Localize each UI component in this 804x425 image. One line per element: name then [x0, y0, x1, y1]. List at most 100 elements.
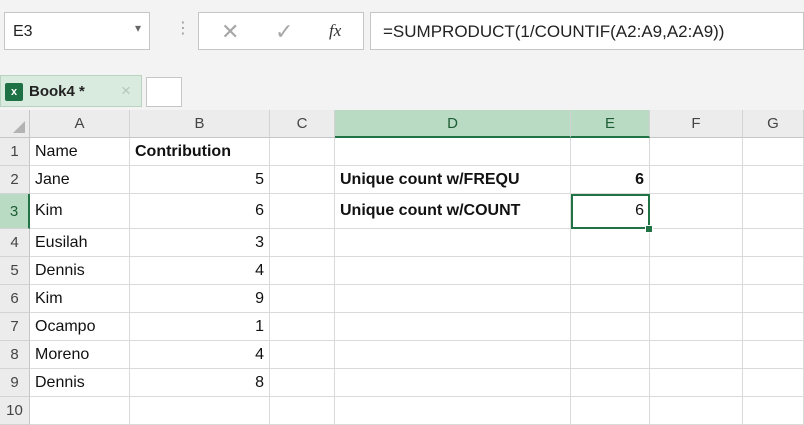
- cell-c10[interactable]: [270, 397, 335, 425]
- cell-b1[interactable]: Contribution: [130, 138, 270, 166]
- cell-e7[interactable]: [571, 313, 650, 341]
- column-header-e[interactable]: E: [571, 110, 650, 138]
- cell-e10[interactable]: [571, 397, 650, 425]
- cell-e6[interactable]: [571, 285, 650, 313]
- cell-d1[interactable]: [335, 138, 571, 166]
- column-header-f[interactable]: F: [650, 110, 743, 138]
- cell-c1[interactable]: [270, 138, 335, 166]
- column-header-c[interactable]: C: [270, 110, 335, 138]
- column-header-a[interactable]: A: [30, 110, 130, 138]
- cell-b8[interactable]: 4: [130, 341, 270, 369]
- row-header-3[interactable]: 3: [0, 194, 30, 229]
- cell-a2[interactable]: Jane: [30, 166, 130, 194]
- cell-d8[interactable]: [335, 341, 571, 369]
- cell-a6[interactable]: Kim: [30, 285, 130, 313]
- formula-input[interactable]: =SUMPRODUCT(1/COUNTIF(A2:A9,A2:A9)): [370, 12, 804, 50]
- cell-d4[interactable]: [335, 229, 571, 257]
- cell-c6[interactable]: [270, 285, 335, 313]
- cell-b2[interactable]: 5: [130, 166, 270, 194]
- cell-e8[interactable]: [571, 341, 650, 369]
- cell-e1[interactable]: [571, 138, 650, 166]
- cancel-icon[interactable]: ✕: [221, 19, 239, 45]
- cell-f4[interactable]: [650, 229, 743, 257]
- cell-a3[interactable]: Kim: [30, 194, 130, 229]
- column-header-d[interactable]: D: [335, 110, 571, 138]
- cell-c3[interactable]: [270, 194, 335, 229]
- cell-b7[interactable]: 1: [130, 313, 270, 341]
- cell-f8[interactable]: [650, 341, 743, 369]
- cell-a1[interactable]: Name: [30, 138, 130, 166]
- cell-e4[interactable]: [571, 229, 650, 257]
- insert-function-icon[interactable]: fx: [329, 21, 341, 41]
- row-header-9[interactable]: 9: [0, 369, 30, 397]
- cell-c7[interactable]: [270, 313, 335, 341]
- row-header-10[interactable]: 10: [0, 397, 30, 425]
- cell-g2[interactable]: [743, 166, 804, 194]
- cell-g9[interactable]: [743, 369, 804, 397]
- cell-b10[interactable]: [130, 397, 270, 425]
- cell-f6[interactable]: [650, 285, 743, 313]
- cell-g5[interactable]: [743, 257, 804, 285]
- cell-g3[interactable]: [743, 194, 804, 229]
- select-all-corner[interactable]: [0, 110, 30, 138]
- cell-c4[interactable]: [270, 229, 335, 257]
- cell-g1[interactable]: [743, 138, 804, 166]
- cell-e2[interactable]: 6: [571, 166, 650, 194]
- row-header-2[interactable]: 2: [0, 166, 30, 194]
- column-header-b[interactable]: B: [130, 110, 270, 138]
- row-header-5[interactable]: 5: [0, 257, 30, 285]
- cell-b4[interactable]: 3: [130, 229, 270, 257]
- cell-c9[interactable]: [270, 369, 335, 397]
- cell-c5[interactable]: [270, 257, 335, 285]
- cell-a4[interactable]: Eusilah: [30, 229, 130, 257]
- cell-a8[interactable]: Moreno: [30, 341, 130, 369]
- cell-g8[interactable]: [743, 341, 804, 369]
- cell-d6[interactable]: [335, 285, 571, 313]
- cell-e9[interactable]: [571, 369, 650, 397]
- cell-d10[interactable]: [335, 397, 571, 425]
- row-header-4[interactable]: 4: [0, 229, 30, 257]
- cell-c8[interactable]: [270, 341, 335, 369]
- fill-handle[interactable]: [645, 225, 653, 233]
- column-header-g[interactable]: G: [743, 110, 804, 138]
- cell-a5[interactable]: Dennis: [30, 257, 130, 285]
- cell-g4[interactable]: [743, 229, 804, 257]
- cell-f10[interactable]: [650, 397, 743, 425]
- cell-d2[interactable]: Unique count w/FREQU: [335, 166, 571, 194]
- new-tab-area[interactable]: [146, 77, 182, 107]
- formula-text: =SUMPRODUCT(1/COUNTIF(A2:A9,A2:A9)): [383, 22, 725, 41]
- cell-a10[interactable]: [30, 397, 130, 425]
- cell-g7[interactable]: [743, 313, 804, 341]
- vertical-ellipsis-icon: ⋮: [175, 20, 191, 37]
- cell-f1[interactable]: [650, 138, 743, 166]
- cell-b6[interactable]: 9: [130, 285, 270, 313]
- name-box[interactable]: E3 ▾: [4, 12, 150, 50]
- cell-c2[interactable]: [270, 166, 335, 194]
- row-header-8[interactable]: 8: [0, 341, 30, 369]
- cell-e5[interactable]: [571, 257, 650, 285]
- row-header-7[interactable]: 7: [0, 313, 30, 341]
- cell-f9[interactable]: [650, 369, 743, 397]
- workbook-tab[interactable]: x Book4 * ×: [0, 75, 142, 107]
- cell-g6[interactable]: [743, 285, 804, 313]
- cell-a7[interactable]: Ocampo: [30, 313, 130, 341]
- chevron-down-icon[interactable]: ▾: [135, 21, 141, 35]
- cell-d7[interactable]: [335, 313, 571, 341]
- cell-b3[interactable]: 6: [130, 194, 270, 229]
- cell-f5[interactable]: [650, 257, 743, 285]
- excel-icon: x: [5, 83, 23, 101]
- cell-f7[interactable]: [650, 313, 743, 341]
- row-header-1[interactable]: 1: [0, 138, 30, 166]
- cell-d5[interactable]: [335, 257, 571, 285]
- cell-b9[interactable]: 8: [130, 369, 270, 397]
- row-header-6[interactable]: 6: [0, 285, 30, 313]
- cell-a9[interactable]: Dennis: [30, 369, 130, 397]
- cell-g10[interactable]: [743, 397, 804, 425]
- check-icon[interactable]: ✓: [275, 19, 293, 45]
- cell-d9[interactable]: [335, 369, 571, 397]
- cell-b5[interactable]: 4: [130, 257, 270, 285]
- cell-d3[interactable]: Unique count w/COUNT: [335, 194, 571, 229]
- cell-f2[interactable]: [650, 166, 743, 194]
- cell-f3[interactable]: [650, 194, 743, 229]
- close-icon[interactable]: ×: [121, 81, 131, 101]
